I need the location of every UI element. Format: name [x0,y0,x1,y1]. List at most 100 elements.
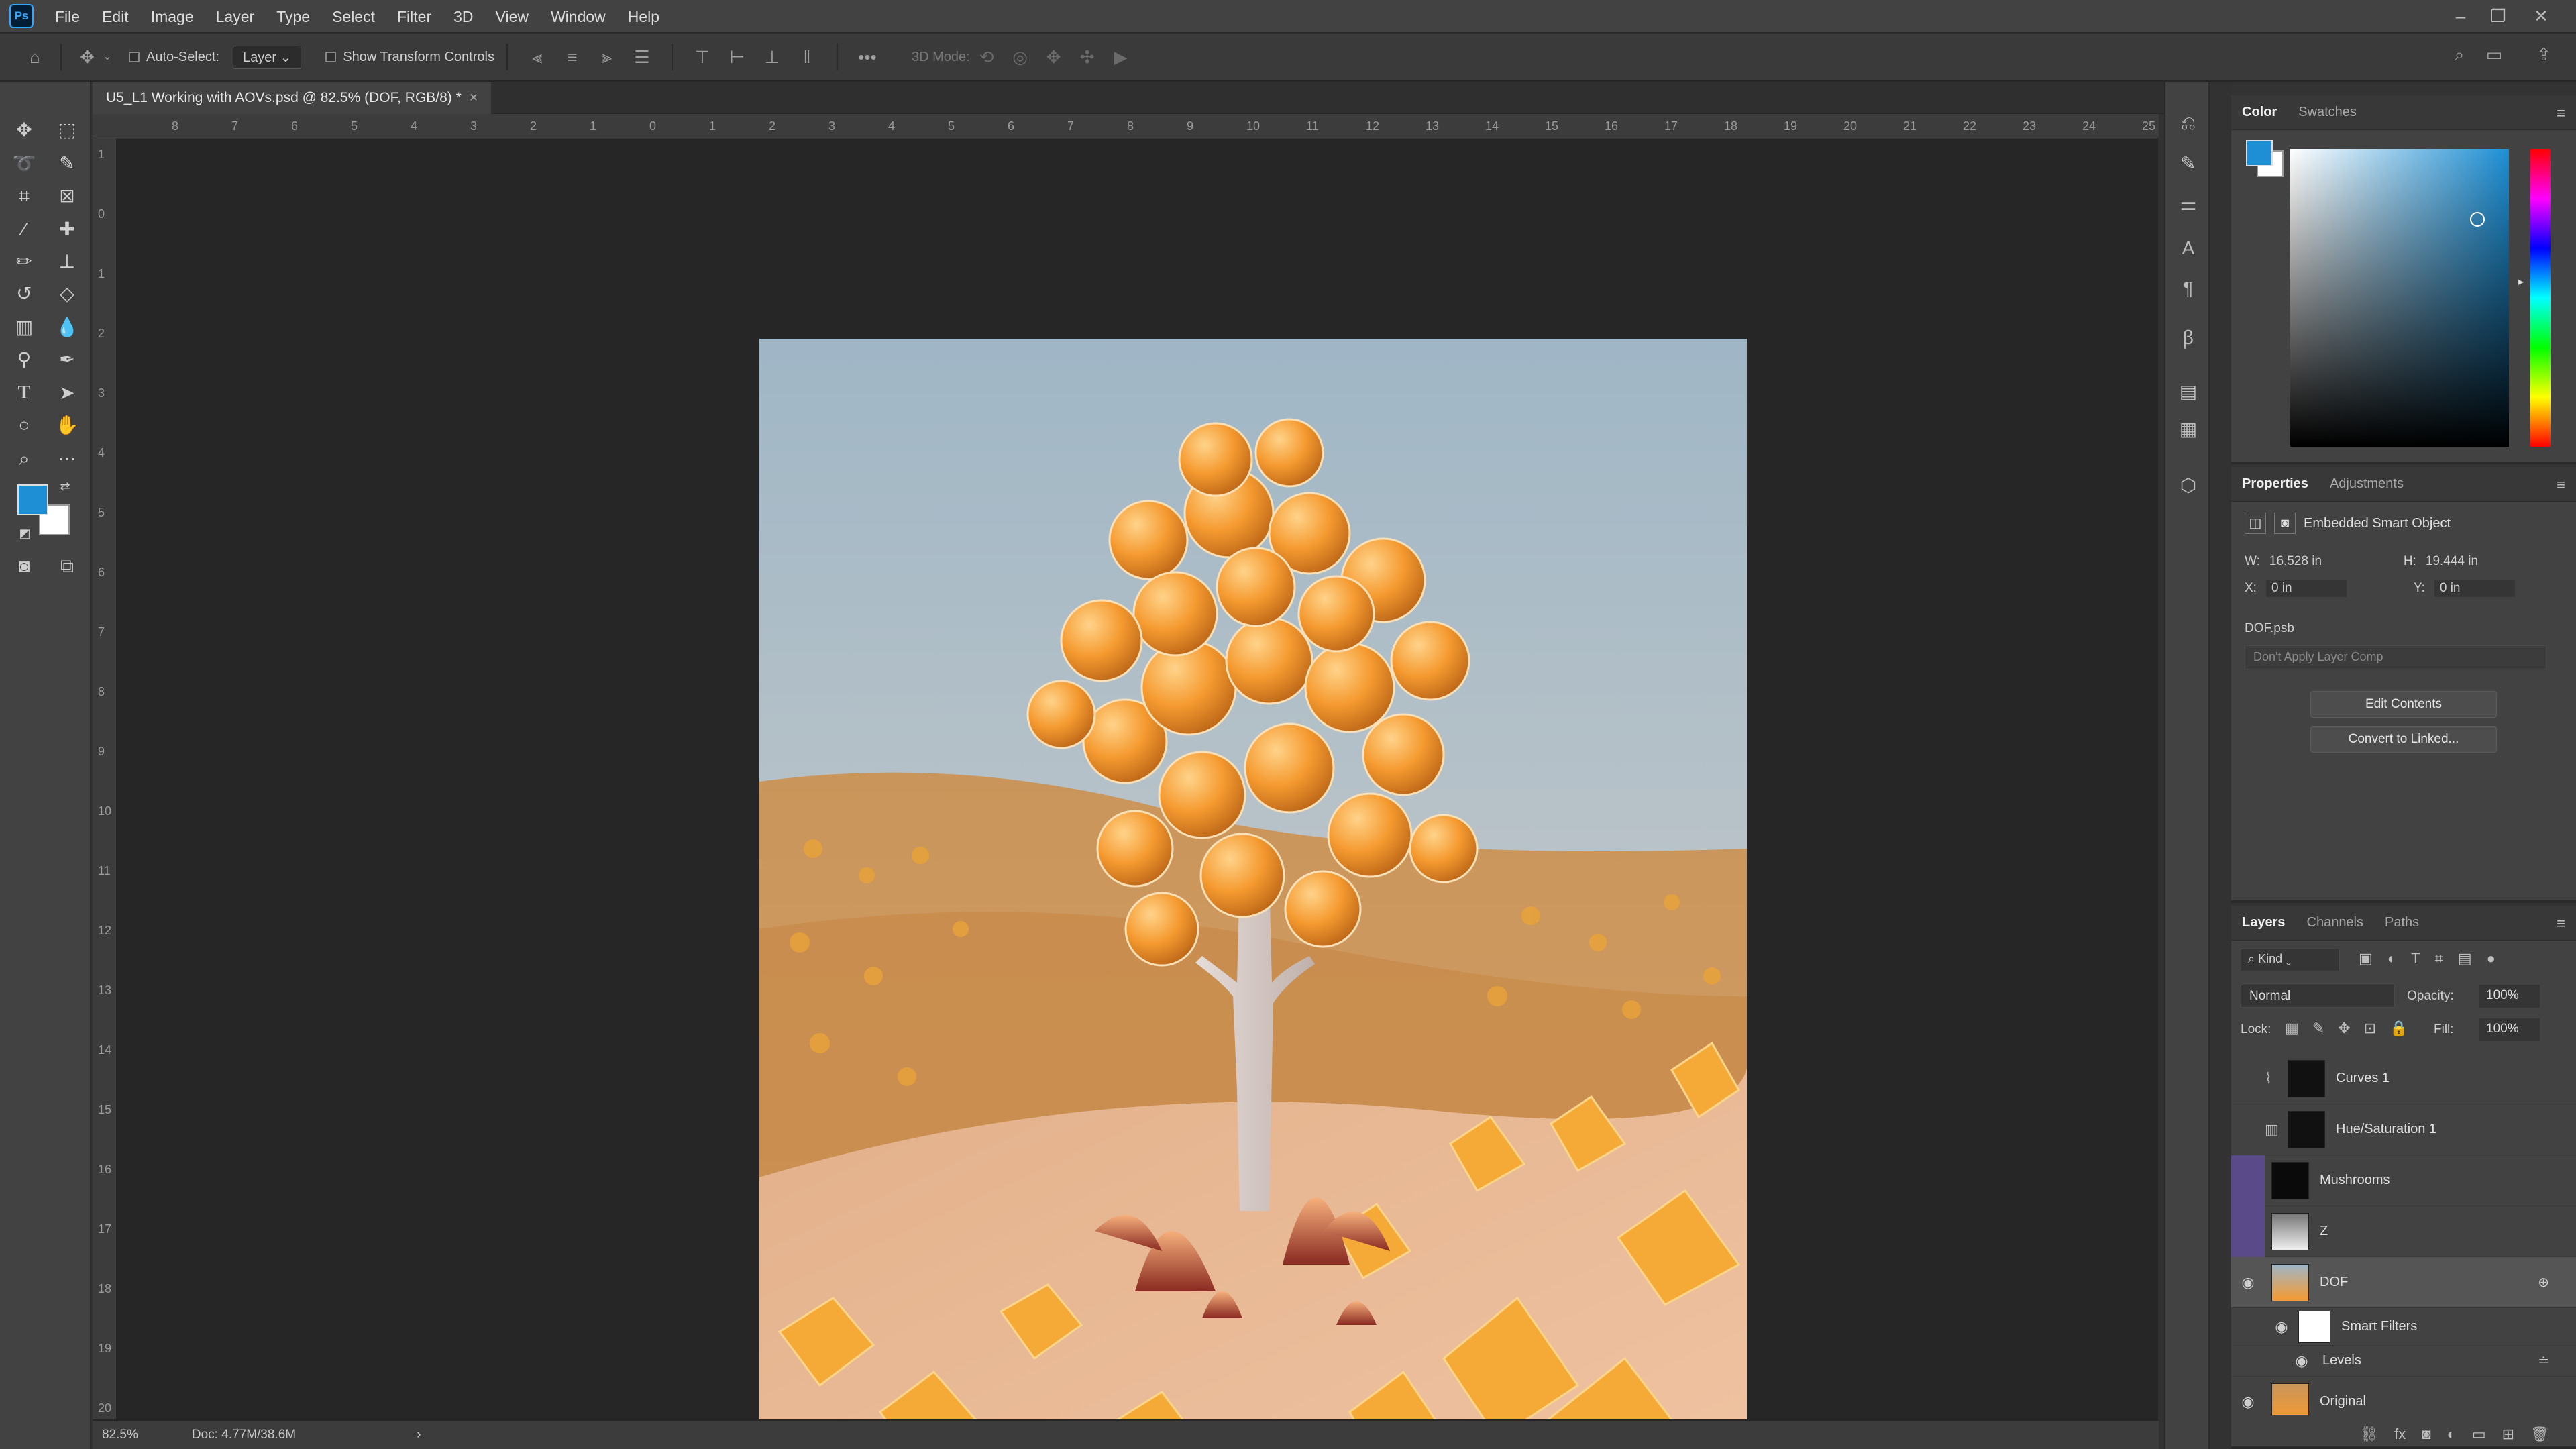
document-tab[interactable]: U5_L1 Working with AOVs.psd @ 82.5% (DOF… [93,82,492,114]
layer-mask-thumbnail[interactable] [2288,1059,2325,1097]
menu-help[interactable]: Help [628,8,659,26]
tab-properties[interactable]: Properties [2231,476,2319,492]
layer-name[interactable]: DOF [2320,1275,2348,1290]
eye-icon[interactable]: ◉ [2265,1318,2298,1336]
pen-tool-icon[interactable]: ✒ [50,345,85,374]
smart-filters-row[interactable]: ◉ Smart Filters [2231,1308,2576,1346]
width-value[interactable]: 16.528 in [2269,554,2377,569]
eye-icon[interactable]: ◉ [2231,1274,2265,1291]
eye-icon[interactable]: ◉ [2292,1352,2312,1370]
menu-filter[interactable]: Filter [397,8,431,26]
foreground-color-swatch[interactable] [17,484,48,515]
tab-paths[interactable]: Paths [2374,915,2430,930]
layer-mask-thumbnail[interactable] [2288,1110,2325,1148]
notes-icon[interactable]: ▦ [2174,415,2203,444]
align-center-icon[interactable]: ≡ [555,48,590,66]
fx-icon[interactable]: fx [2394,1426,2406,1443]
brush-tool-icon[interactable]: ✏ [7,247,42,276]
menu-3d[interactable]: 3D [453,8,473,26]
layer-name[interactable]: Z [2320,1224,2328,1239]
eraser-tool-icon[interactable]: ◇ [50,279,85,309]
minimize-icon[interactable]: – [2442,0,2479,34]
layer-filter-dropdown[interactable]: ⌕ Kind ⌄ [2241,949,2340,971]
layer-row[interactable]: ⌇ Curves 1 [2231,1053,2576,1104]
height-value[interactable]: 19.444 in [2426,554,2478,569]
convert-linked-button[interactable]: Convert to Linked... [2310,726,2497,753]
zoom-level[interactable]: 82.5% [102,1428,138,1442]
swap-colors-icon[interactable]: ⇄ [56,478,74,495]
lock-icons[interactable]: ▦✎✥⊡🔒 [2285,1020,2421,1037]
delete-layer-icon[interactable]: 🗑 [2530,1426,2549,1443]
glyphs-icon[interactable]: ꞵ [2174,323,2203,353]
dodge-tool-icon[interactable]: ⚲ [7,345,42,374]
layer-name[interactable]: Mushrooms [2320,1173,2390,1188]
move-tool-icon[interactable]: ✥ [7,115,42,145]
layer-row[interactable]: Mushrooms [2231,1155,2576,1206]
adjustment-layer-icon[interactable]: ◐ [2447,1426,2456,1443]
crop-tool-icon[interactable]: ⌗ [7,181,42,211]
align-middle-icon[interactable]: ⊢ [720,48,755,66]
quick-mask-icon[interactable]: ◙ [7,551,42,581]
menu-edit[interactable]: Edit [102,8,129,26]
path-select-icon[interactable]: ➤ [50,378,85,408]
align-top-icon[interactable]: ⊤ [685,48,720,66]
link-layers-icon[interactable]: ⛓ [2359,1426,2378,1443]
menu-select[interactable]: Select [332,8,375,26]
healing-tool-icon[interactable]: ✚ [50,215,85,244]
x-input[interactable]: 0 in [2265,580,2347,597]
document-canvas[interactable] [759,339,1747,1449]
add-mask-icon[interactable]: ◙ [2422,1426,2430,1443]
chevron-down-icon[interactable]: ⌄ [101,52,114,62]
eyedropper-tool-icon[interactable]: ⁄ [7,215,42,244]
smart-filters-label[interactable]: Smart Filters [2341,1319,2417,1334]
panel-menu-icon[interactable]: ≡ [2557,105,2565,122]
menu-image[interactable]: Image [151,8,194,26]
marquee-tool-icon[interactable]: ⬚ [50,115,85,145]
distribute-icon[interactable]: ☰ [625,48,659,66]
more-tools-icon[interactable]: ⋯ [50,444,85,474]
ellipse-tool-icon[interactable]: ○ [7,411,42,440]
3d-icon[interactable]: ⬡ [2174,471,2203,500]
edit-contents-button[interactable]: Edit Contents [2310,691,2497,718]
hand-tool-icon[interactable]: ✋ [50,411,85,440]
workspace-icon[interactable]: ▭ [2479,46,2509,63]
tab-channels[interactable]: Channels [2296,915,2375,930]
menu-layer[interactable]: Layer [216,8,255,26]
character-icon[interactable]: A [2174,233,2203,263]
more-options-icon[interactable]: ••• [850,48,885,66]
color-picker-handle[interactable] [2470,212,2485,227]
layer-row-selected[interactable]: ◉ DOF ⊕ [2231,1257,2576,1308]
new-layer-icon[interactable]: ⊞ [2502,1426,2514,1443]
tab-color[interactable]: Color [2231,105,2288,120]
lasso-tool-icon[interactable]: ➰ [7,149,42,178]
align-bottom-icon[interactable]: ⊥ [755,48,790,66]
visibility-toggle[interactable] [2231,1155,2265,1206]
checkbox-icon[interactable] [325,52,337,62]
menu-file[interactable]: File [55,8,80,26]
default-colors-icon[interactable]: ◩ [16,525,34,542]
foreground-color-swatch[interactable] [2246,140,2273,166]
filter-row[interactable]: ◉ Levels ≐ [2231,1346,2576,1377]
brush-settings-icon[interactable]: ✎ [2174,149,2203,178]
layer-row[interactable]: ◉ Original [2231,1377,2576,1415]
filter-name[interactable]: Levels [2322,1353,2361,1368]
status-menu-icon[interactable]: › [417,1428,421,1442]
blend-mode-dropdown[interactable]: Normal [2241,985,2395,1008]
frame-tool-icon[interactable]: ⊠ [50,181,85,211]
layer-row[interactable]: Z [2231,1205,2576,1257]
opacity-input[interactable]: 100% [2479,985,2540,1008]
hue-slider-handle-icon[interactable]: ▸ [2518,275,2524,288]
filter-options-icon[interactable]: ≐ [2538,1352,2549,1369]
photoshop-logo[interactable]: Ps [9,4,34,28]
search-icon[interactable]: ⌕ [2445,46,2474,63]
checkbox-icon[interactable] [129,52,140,62]
layer-comp-dropdown[interactable]: Don't Apply Layer Comp [2245,645,2546,669]
layer-row[interactable]: ▥ Hue/Saturation 1 [2231,1104,2576,1155]
show-transform-checkbox[interactable]: Show Transform Controls [325,50,494,65]
share-icon[interactable]: ⇪ [2529,46,2559,63]
auto-select-checkbox[interactable]: Auto-Select: [129,50,219,65]
home-icon[interactable]: ⌂ [21,48,48,66]
zoom-tool-icon[interactable]: ⌕ [7,444,42,474]
quick-select-tool-icon[interactable]: ✎ [50,149,85,178]
type-tool-icon[interactable]: T [7,378,42,408]
